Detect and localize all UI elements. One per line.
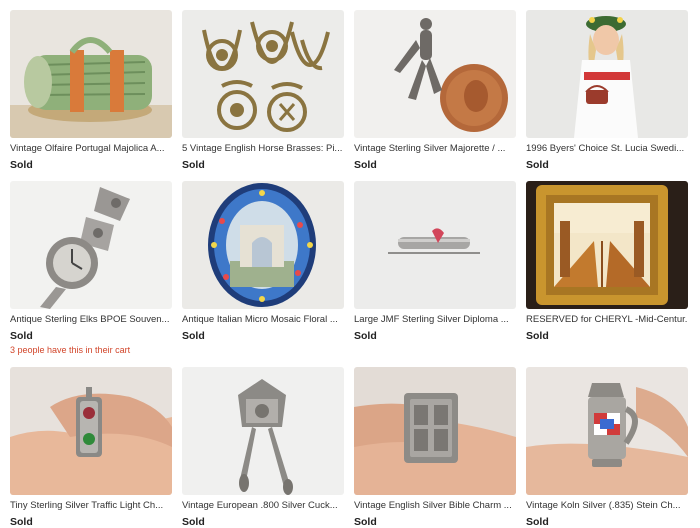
sold-status: Sold	[354, 330, 377, 342]
listing-image[interactable]	[182, 181, 344, 309]
listing-image[interactable]	[10, 367, 172, 495]
listing-image[interactable]	[354, 367, 516, 495]
listing-image[interactable]	[526, 181, 688, 309]
listing-title[interactable]: Large JMF Sterling Silver Diploma ...	[354, 314, 516, 326]
listing-card[interactable]: RESERVED for CHERYL -Mid-Centur... Sold	[526, 181, 688, 342]
listing-card[interactable]: Vintage Olfaire Portugal Majolica A... S…	[10, 10, 172, 171]
listing-card[interactable]: Vintage Sterling Silver Majorette / ... …	[354, 10, 516, 171]
listing-title[interactable]: 5 Vintage English Horse Brasses: Pi...	[182, 143, 344, 155]
sold-status: Sold	[526, 159, 549, 171]
listing-title[interactable]: RESERVED for CHERYL -Mid-Centur...	[526, 314, 688, 326]
listing-card[interactable]: Antique Sterling Elks BPOE Souven... Sol…	[10, 181, 172, 356]
listing-image[interactable]	[354, 10, 516, 138]
listing-card[interactable]: Vintage English Silver Bible Charm ... S…	[354, 367, 516, 528]
listing-title[interactable]: Tiny Sterling Silver Traffic Light Ch...	[10, 500, 172, 512]
sold-status: Sold	[182, 159, 205, 171]
sold-status: Sold	[10, 330, 33, 342]
sold-status: Sold	[10, 516, 33, 528]
sold-status: Sold	[354, 159, 377, 171]
sold-status: Sold	[354, 516, 377, 528]
listing-title[interactable]: Vintage Koln Silver (.835) Stein Ch...	[526, 500, 688, 512]
sold-status: Sold	[526, 516, 549, 528]
listing-title[interactable]: Vintage European .800 Silver Cuck...	[182, 500, 344, 512]
sold-status: Sold	[182, 330, 205, 342]
sold-status: Sold	[526, 330, 549, 342]
listing-card[interactable]: Vintage Koln Silver (.835) Stein Ch... S…	[526, 367, 688, 528]
listing-image[interactable]	[526, 367, 688, 495]
listing-grid: Vintage Olfaire Portugal Majolica A... S…	[0, 0, 700, 528]
listing-title[interactable]: 1996 Byers' Choice St. Lucia Swedi...	[526, 143, 688, 155]
listing-title[interactable]: Vintage English Silver Bible Charm ...	[354, 500, 516, 512]
listing-card[interactable]: Large JMF Sterling Silver Diploma ... So…	[354, 181, 516, 342]
listing-card[interactable]: Antique Italian Micro Mosaic Floral ... …	[182, 181, 344, 342]
cart-notice: 3 people have this in their cart	[10, 345, 131, 355]
listing-image[interactable]	[10, 181, 172, 309]
listing-image[interactable]	[354, 181, 516, 309]
listing-title[interactable]: Vintage Olfaire Portugal Majolica A...	[10, 143, 172, 155]
listing-image[interactable]	[182, 10, 344, 138]
listing-card[interactable]: Vintage European .800 Silver Cuck... Sol…	[182, 367, 344, 528]
listing-card[interactable]: Tiny Sterling Silver Traffic Light Ch...…	[10, 367, 172, 528]
listing-image[interactable]	[182, 367, 344, 495]
listing-title[interactable]: Vintage Sterling Silver Majorette / ...	[354, 143, 516, 155]
listing-title[interactable]: Antique Italian Micro Mosaic Floral ...	[182, 314, 344, 326]
listing-image[interactable]	[526, 10, 688, 138]
listing-card[interactable]: 5 Vintage English Horse Brasses: Pi... S…	[182, 10, 344, 171]
listing-card[interactable]: 1996 Byers' Choice St. Lucia Swedi... So…	[526, 10, 688, 171]
sold-status: Sold	[10, 159, 33, 171]
listing-image[interactable]	[10, 10, 172, 138]
sold-status: Sold	[182, 516, 205, 528]
listing-title[interactable]: Antique Sterling Elks BPOE Souven...	[10, 314, 172, 326]
